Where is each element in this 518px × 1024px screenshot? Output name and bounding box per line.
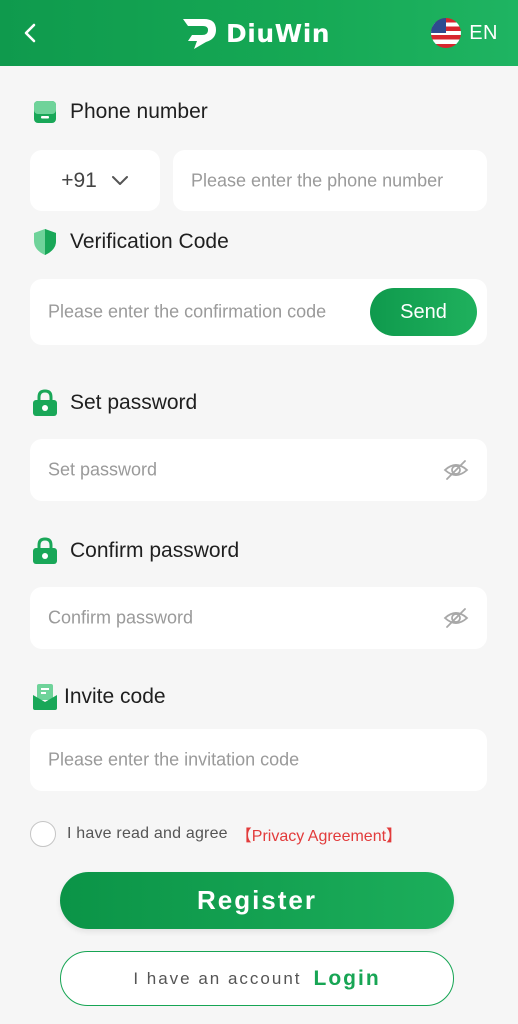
password-section-label: Set password bbox=[32, 389, 198, 416]
lock-icon bbox=[32, 537, 58, 564]
invite-code-input[interactable]: Please enter the invitation code bbox=[30, 729, 487, 791]
lock-icon bbox=[32, 389, 58, 416]
invite-label: Invite code bbox=[64, 685, 166, 708]
chevron-left-icon bbox=[24, 23, 36, 43]
phone-icon bbox=[32, 99, 58, 125]
country-code-select[interactable]: +91 bbox=[30, 150, 160, 211]
phone-section-label: Phone number bbox=[32, 99, 208, 125]
password-placeholder: Set password bbox=[48, 459, 158, 480]
verification-section-label: Verification Code bbox=[32, 229, 229, 255]
diuwin-logo-icon bbox=[183, 19, 216, 49]
register-button[interactable]: Register bbox=[60, 872, 454, 929]
login-label: Login bbox=[313, 966, 381, 990]
chevron-down-icon bbox=[111, 175, 128, 185]
us-flag-icon bbox=[431, 18, 462, 48]
confirm-password-input[interactable]: Confirm password bbox=[30, 587, 487, 649]
eye-off-icon[interactable] bbox=[443, 605, 469, 631]
back-button[interactable] bbox=[14, 16, 48, 50]
privacy-agreement-link[interactable]: 【Privacy Agreement】 bbox=[236, 822, 402, 846]
verification-label: Verification Code bbox=[70, 230, 229, 253]
brand-logo: DiuWin bbox=[180, 12, 330, 54]
password-label: Set password bbox=[70, 391, 198, 414]
brand-name: DiuWin bbox=[226, 18, 331, 48]
confirm-label: Confirm password bbox=[70, 539, 240, 562]
agreement-row: I have read and agree 【Privacy Agreement… bbox=[30, 820, 402, 848]
agreement-text: I have read and agree bbox=[67, 825, 228, 842]
confirm-placeholder: Confirm password bbox=[48, 607, 194, 628]
password-input[interactable]: Set password bbox=[30, 439, 487, 501]
shield-icon bbox=[32, 229, 58, 255]
country-code-value: +91 bbox=[61, 168, 97, 192]
phone-placeholder: Please enter the phone number bbox=[191, 170, 444, 190]
header-bar: DiuWin EN bbox=[0, 0, 518, 66]
phone-input[interactable]: Please enter the phone number bbox=[173, 150, 487, 211]
verification-code-input[interactable]: Please enter the confirmation code Send bbox=[30, 279, 487, 345]
agree-checkbox[interactable] bbox=[30, 821, 56, 847]
verification-placeholder: Please enter the confirmation code bbox=[48, 301, 327, 322]
language-selector[interactable]: EN bbox=[431, 16, 498, 50]
eye-off-icon[interactable] bbox=[443, 457, 469, 483]
phone-label: Phone number bbox=[70, 100, 208, 123]
login-button[interactable]: I have an account Login bbox=[60, 951, 454, 1006]
invite-icon bbox=[32, 684, 58, 710]
confirm-section-label: Confirm password bbox=[32, 537, 240, 564]
language-label: EN bbox=[469, 21, 498, 44]
account-text: I have an account bbox=[133, 968, 302, 988]
invite-placeholder: Please enter the invitation code bbox=[48, 749, 300, 770]
send-code-button[interactable]: Send bbox=[370, 288, 477, 336]
invite-section-label: Invite code bbox=[32, 684, 166, 710]
